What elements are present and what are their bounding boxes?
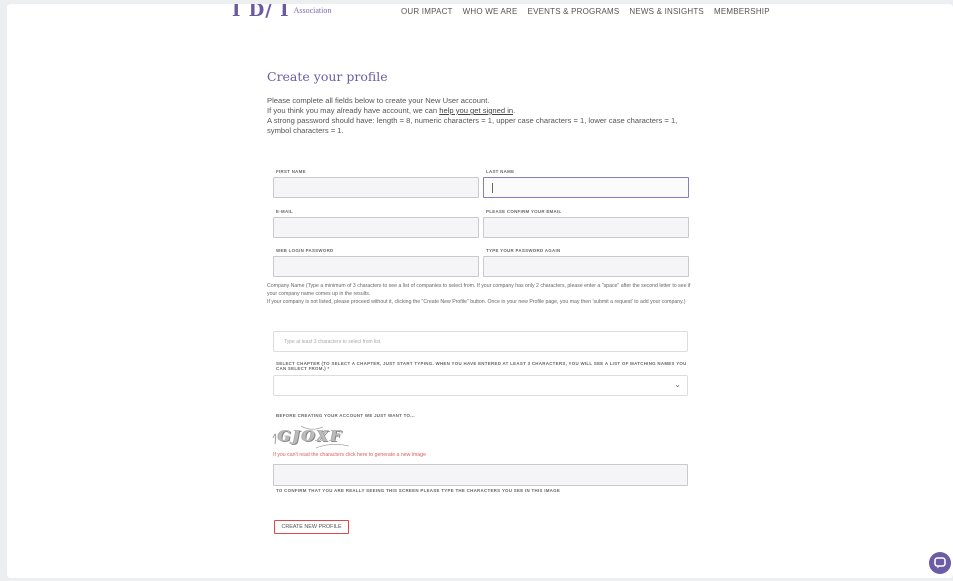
logo-text: Association bbox=[293, 6, 332, 15]
first-name-label: FIRST NAME bbox=[276, 169, 306, 174]
intro-text: Please complete all fields below to crea… bbox=[267, 96, 687, 136]
company-search-placeholder: Type at least 3 characters to select fro… bbox=[284, 339, 382, 345]
chevron-down-icon: ⌄ bbox=[674, 380, 681, 389]
last-name-field[interactable] bbox=[483, 177, 689, 198]
intro-line-2-prefix: If you think you may already have accoun… bbox=[267, 106, 440, 115]
email-label: E-MAIL bbox=[276, 209, 293, 214]
captcha-confirm-note: TO CONFIRM THAT YOU ARE REALLY SEEING TH… bbox=[276, 488, 561, 493]
create-profile-button[interactable]: CREATE NEW PROFILE bbox=[274, 520, 349, 534]
chapter-label: SELECT CHAPTER (TO SELECT A CHAPTER, JUS… bbox=[276, 361, 687, 371]
site-logo[interactable]: I D/ I Association bbox=[232, 4, 331, 18]
captcha-characters: GJOXF bbox=[278, 427, 343, 445]
nav-membership[interactable]: MEMBERSHIP bbox=[714, 7, 770, 16]
chapter-select[interactable]: ⌄ bbox=[273, 375, 688, 396]
logo-mark: I D/ I bbox=[232, 4, 290, 18]
first-name-field[interactable] bbox=[273, 177, 479, 198]
captcha-input[interactable] bbox=[273, 464, 688, 486]
company-search-input[interactable]: Type at least 3 characters to select fro… bbox=[273, 331, 688, 352]
company-help-text: Company Name (Type a minimum of 3 charac… bbox=[267, 282, 691, 306]
page-title: Create your profile bbox=[267, 69, 388, 84]
text-caret bbox=[492, 183, 493, 193]
nav-news-insights[interactable]: NEWS & INSIGHTS bbox=[629, 7, 704, 16]
signin-help-link[interactable]: help you get signed in bbox=[439, 106, 513, 115]
confirm-email-field[interactable] bbox=[483, 217, 689, 238]
confirm-email-label: PLEASE CONFIRM YOUR EMAIL bbox=[486, 209, 562, 214]
captcha-heading: BEFORE CREATING YOUR ACCOUNT WE JUST WAN… bbox=[276, 413, 415, 418]
nav-who-we-are[interactable]: WHO WE ARE bbox=[463, 7, 518, 16]
nav-our-impact[interactable]: OUR IMPACT bbox=[401, 7, 453, 16]
password-field[interactable] bbox=[273, 256, 479, 277]
nav-events-programs[interactable]: EVENTS & PROGRAMS bbox=[528, 7, 620, 16]
captcha-image: GJOXF bbox=[271, 424, 351, 450]
password-label: WEB LOGIN PASSWORD bbox=[276, 248, 334, 253]
chat-button[interactable] bbox=[929, 552, 951, 574]
password-requirements: A strong password should have: length = … bbox=[267, 116, 678, 135]
main-nav: OUR IMPACT WHO WE ARE EVENTS & PROGRAMS … bbox=[401, 7, 770, 16]
email-field[interactable] bbox=[273, 217, 479, 238]
intro-line-2-suffix: . bbox=[513, 106, 516, 115]
last-name-label: LAST NAME bbox=[486, 169, 515, 174]
company-help-line-2: If your company is not listed, please pr… bbox=[267, 299, 686, 305]
intro-line-2: If you think you may already have accoun… bbox=[267, 106, 687, 116]
chat-bubble-icon bbox=[934, 557, 946, 569]
password-again-field[interactable] bbox=[483, 256, 689, 277]
password-again-label: TYPE YOUR PASSWORD AGAIN bbox=[486, 248, 561, 253]
intro-line-1: Please complete all fields below to crea… bbox=[267, 96, 490, 105]
regenerate-captcha-link[interactable]: If you can't read the characters click h… bbox=[273, 452, 426, 458]
company-help-line-1: Company Name (Type a minimum of 3 charac… bbox=[267, 283, 691, 297]
